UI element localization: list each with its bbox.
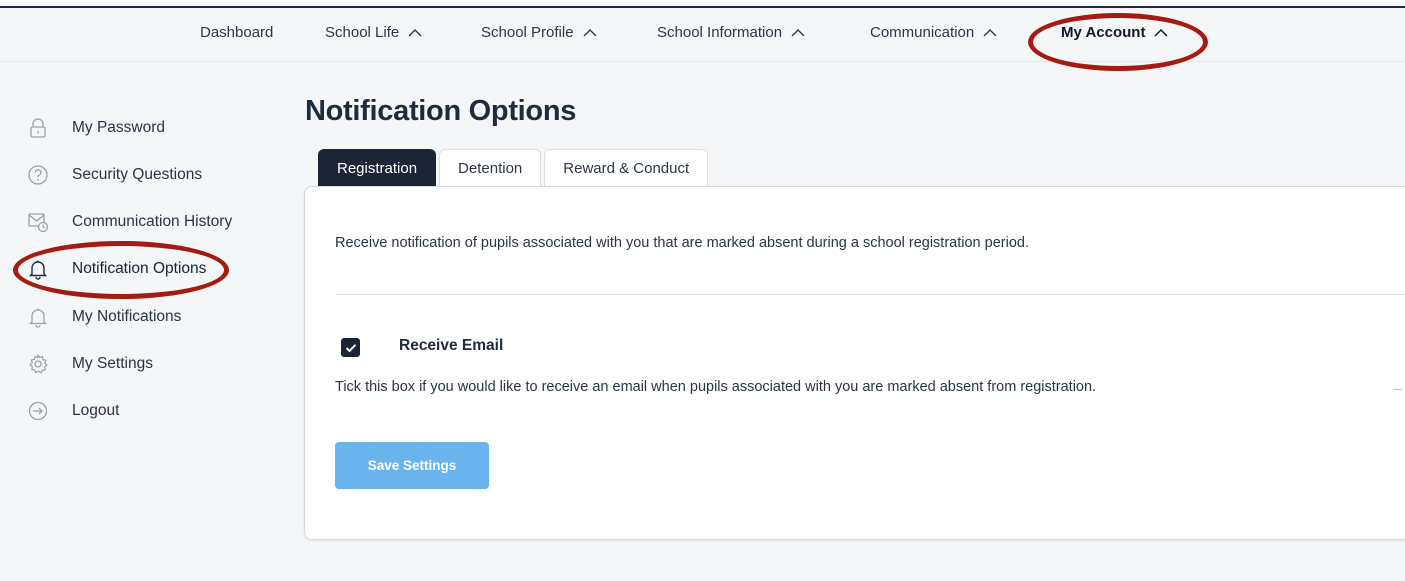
sidebar-item-label: My Notifications xyxy=(72,308,182,325)
tab-bar: Registration Detention Reward & Conduct xyxy=(318,149,709,187)
chevron-up-icon xyxy=(583,28,597,36)
sidebar-item-security-questions[interactable]: Security Questions xyxy=(26,160,202,190)
receive-email-checkbox[interactable] xyxy=(341,338,360,357)
logout-icon xyxy=(26,399,50,423)
chevron-up-icon xyxy=(791,28,805,36)
highlight-ring-my-account xyxy=(1028,13,1208,71)
highlight-ring-notification-options xyxy=(13,241,229,299)
nav-communication[interactable]: Communication xyxy=(870,24,998,41)
lock-icon xyxy=(26,116,50,140)
save-settings-button[interactable]: Save Settings xyxy=(335,442,489,489)
sidebar-item-my-settings[interactable]: My Settings xyxy=(26,349,153,379)
tab-detention[interactable]: Detention xyxy=(439,149,542,187)
sidebar-item-label: Communication History xyxy=(72,213,233,230)
page-title: Notification Options xyxy=(305,95,577,127)
sidebar-item-communication-history[interactable]: Communication History xyxy=(26,207,232,237)
divider xyxy=(335,294,1405,295)
nav-label: School Information xyxy=(657,24,783,41)
nav-dashboard[interactable]: Dashboard xyxy=(200,24,273,41)
checkbox-help-text: Tick this box if you would like to recei… xyxy=(335,379,1097,395)
nav-school-life[interactable]: School Life xyxy=(325,24,423,41)
sidebar-item-my-password[interactable]: My Password xyxy=(26,113,165,143)
sidebar-item-label: My Password xyxy=(72,119,166,136)
tab-registration[interactable]: Registration xyxy=(318,149,437,187)
panel-description: Receive notification of pupils associate… xyxy=(335,235,1029,251)
nav-label: School Life xyxy=(325,24,400,41)
bell-outline-icon xyxy=(26,305,50,329)
divider-stub xyxy=(1394,389,1402,390)
question-circle-icon xyxy=(26,163,50,187)
sidebar-item-logout[interactable]: Logout xyxy=(26,396,119,426)
gear-icon xyxy=(26,352,50,376)
nav-school-profile[interactable]: School Profile xyxy=(481,24,598,41)
nav-school-information[interactable]: School Information xyxy=(657,24,806,41)
nav-label: Communication xyxy=(870,24,975,41)
sidebar-item-label: Logout xyxy=(72,402,120,419)
sidebar-item-label: Security Questions xyxy=(72,166,203,183)
chevron-up-icon xyxy=(983,28,997,36)
top-border xyxy=(0,0,1405,8)
nav-label: School Profile xyxy=(481,24,574,41)
checkmark-icon xyxy=(345,343,356,352)
chevron-up-icon xyxy=(408,28,422,36)
tab-reward-conduct[interactable]: Reward & Conduct xyxy=(544,149,709,187)
nav-label: Dashboard xyxy=(200,24,274,41)
settings-panel: Receive notification of pupils associate… xyxy=(304,186,1405,540)
sidebar-item-my-notifications[interactable]: My Notifications xyxy=(26,302,181,332)
sidebar-item-label: My Settings xyxy=(72,355,153,372)
mail-clock-icon xyxy=(26,210,50,234)
receive-email-label: Receive Email xyxy=(399,337,504,354)
